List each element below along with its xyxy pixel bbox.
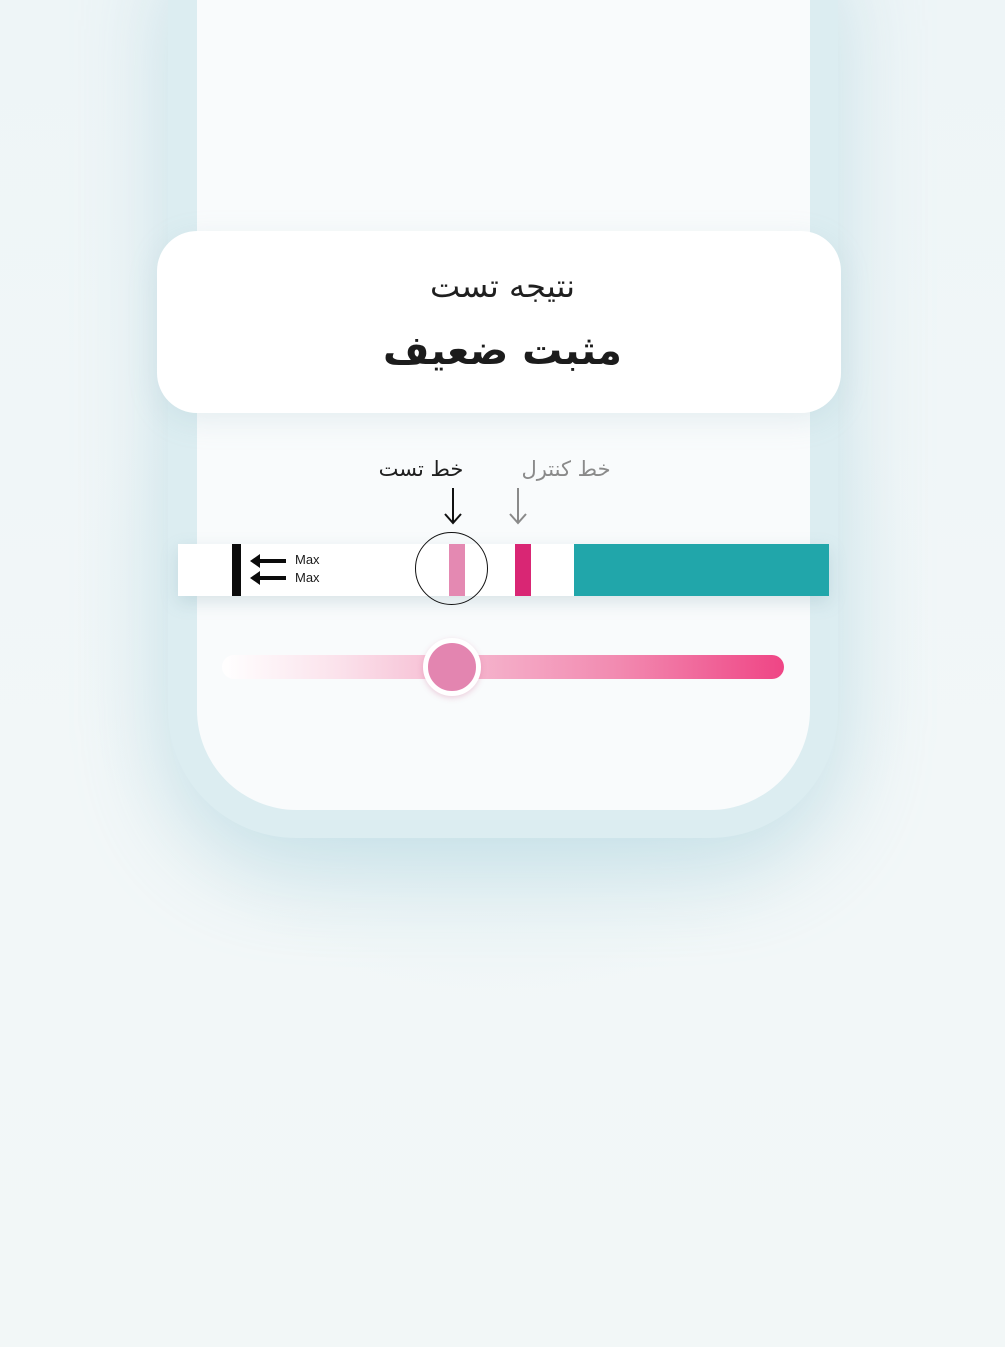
intensity-slider-track[interactable] xyxy=(222,655,784,679)
result-caption: نتیجه تست xyxy=(429,267,576,305)
test-line-label: خط تست xyxy=(378,457,464,481)
strip-control-line xyxy=(515,544,531,596)
double-arrow-left-icon xyxy=(250,554,286,585)
strip-max-label: Max xyxy=(295,570,320,585)
strip-marker-bar xyxy=(232,544,241,596)
test-line-highlight-circle xyxy=(415,532,488,605)
arrow-down-icon xyxy=(444,488,462,525)
intensity-slider-thumb[interactable] xyxy=(423,638,481,696)
control-line-label: خط کنترل xyxy=(521,457,611,481)
test-strip: Max Max xyxy=(178,544,829,596)
arrow-down-icon xyxy=(509,488,527,525)
strip-handle xyxy=(574,544,829,596)
result-value: مثبت ضعیف xyxy=(383,328,622,374)
strip-max-label: Max xyxy=(295,552,320,567)
